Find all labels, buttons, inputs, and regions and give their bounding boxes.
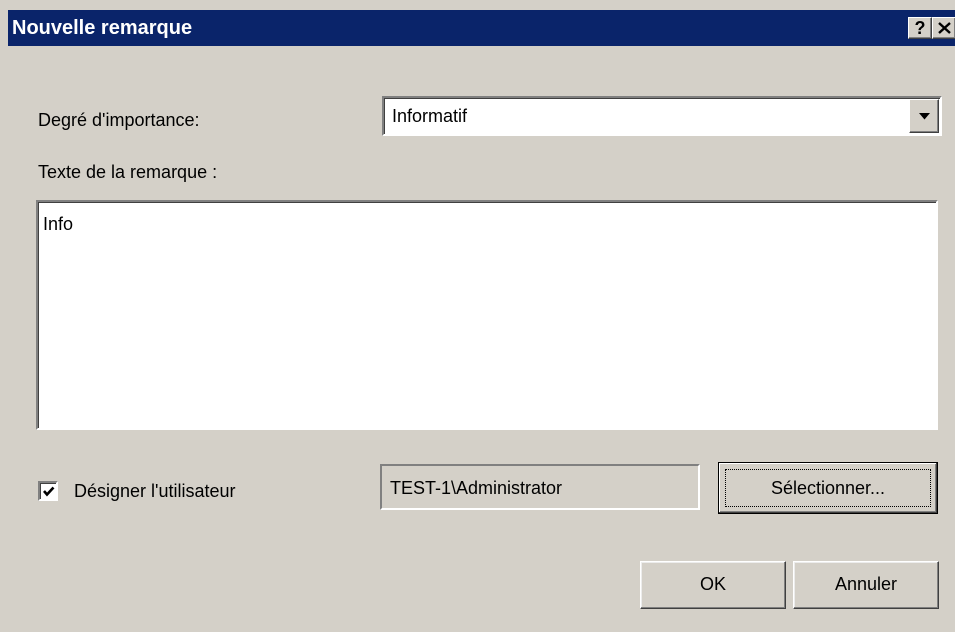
new-remark-dialog: Nouvelle remarque ? Degré d'importance: …	[0, 0, 955, 632]
cancel-button[interactable]: Annuler	[793, 561, 939, 609]
assign-user-label[interactable]: Désigner l'utilisateur	[74, 481, 236, 502]
chevron-down-icon	[919, 113, 930, 120]
assigned-user-value: TEST-1\Administrator	[390, 478, 563, 498]
remark-text-value: Info	[43, 214, 74, 234]
focus-rectangle	[725, 469, 931, 507]
close-icon	[938, 22, 951, 34]
help-button[interactable]: ?	[908, 17, 932, 39]
importance-dropdown-button[interactable]	[909, 99, 939, 133]
dialog-title: Nouvelle remarque	[12, 17, 193, 39]
ok-button-label: OK	[699, 574, 726, 594]
remark-text-field[interactable]: Info	[36, 200, 938, 430]
title-bar[interactable]: Nouvelle remarque ?	[8, 10, 955, 46]
close-button[interactable]	[932, 17, 955, 39]
help-icon: ?	[914, 18, 926, 38]
assigned-user-field: TEST-1\Administrator	[380, 464, 700, 510]
importance-selected-value: Informatif	[392, 106, 468, 126]
remark-text-label: Texte de la remarque :	[38, 162, 218, 182]
importance-label: Degré d'importance:	[38, 110, 200, 130]
ok-button[interactable]: OK	[640, 561, 786, 609]
assign-user-checkbox[interactable]	[38, 481, 58, 501]
checkmark-icon	[43, 486, 55, 497]
cancel-button-label: Annuler	[834, 574, 898, 594]
select-user-button[interactable]: Sélectionner...	[718, 462, 938, 514]
importance-select[interactable]: Informatif	[382, 96, 942, 136]
